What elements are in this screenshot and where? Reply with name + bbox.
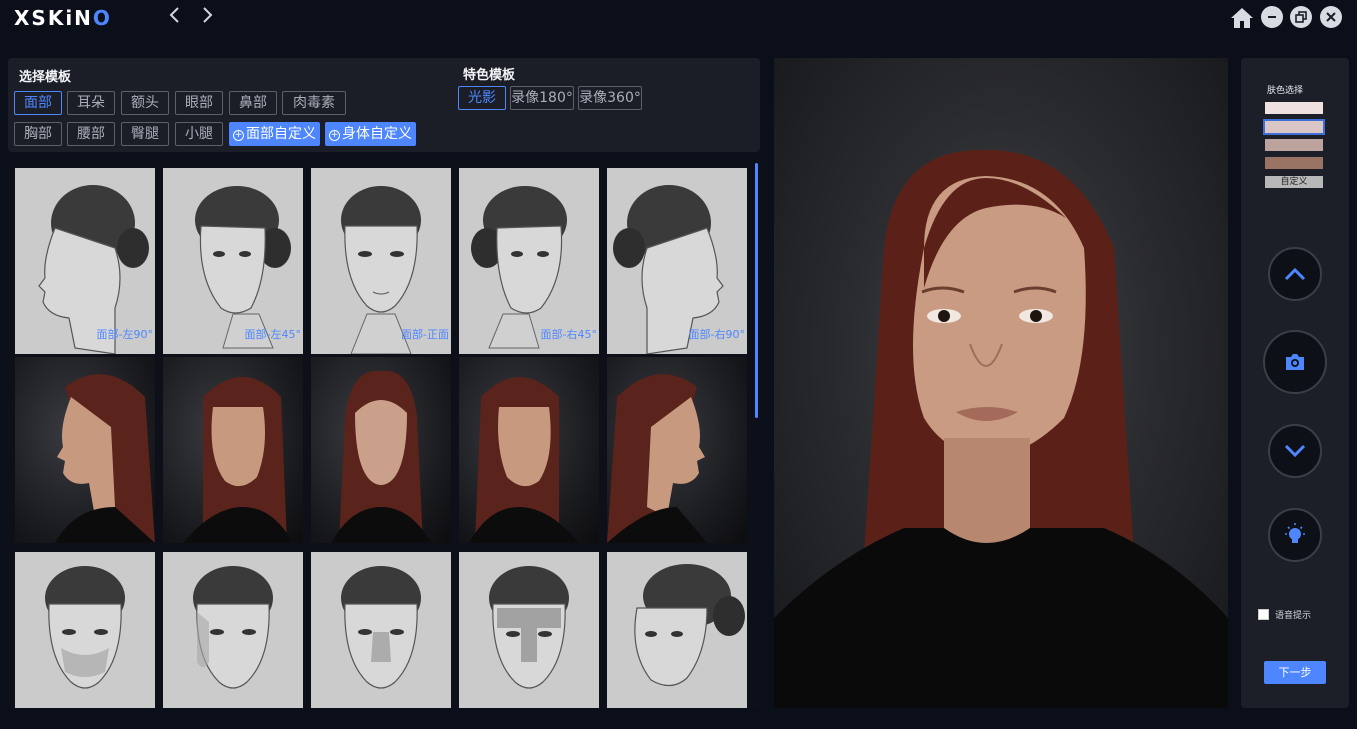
close-button[interactable] [1320,6,1342,28]
skin-tone-title: 肤色选择 [1267,86,1304,96]
thumb-caption: 面部-左45° [244,328,301,341]
home-icon [1231,8,1253,28]
chip-chest[interactable]: 胸部 [14,122,62,146]
skin-swatch-4[interactable] [1265,157,1323,169]
light-button[interactable] [1268,508,1322,562]
thumb-caption: 面部-正面 [401,328,449,341]
template-thumb[interactable] [163,357,303,543]
photo-profile-left-image [55,374,155,543]
template-grid: 面部-左90° 面部-左45° 面部-正面 面部-右45° 面部-右90° [8,160,760,708]
template-thumb[interactable]: 面部-左90° [15,168,155,354]
grid-scrollbar[interactable] [755,163,758,418]
template-thumb[interactable] [311,357,451,543]
up-button[interactable] [1268,247,1322,301]
sketch-face-front-image [489,566,569,689]
camera-icon [1286,354,1304,370]
special-video-180[interactable]: 录像180° [510,86,574,110]
template-thumb[interactable]: 面部-左45° [163,168,303,354]
forward-button[interactable] [196,6,218,30]
custom-body-button[interactable]: + 身体自定义 [325,122,416,146]
restore-icon [1295,11,1307,23]
home-button[interactable] [1229,6,1255,30]
chip-calf[interactable]: 小腿 [175,122,223,146]
sketch-face-front-image [45,566,125,689]
skin-swatch-1[interactable] [1265,102,1323,114]
plus-circle-icon: + [329,130,340,141]
chip-waist[interactable]: 腰部 [67,122,115,146]
photo-face-left45-image [183,377,293,543]
chip-hip-leg[interactable]: 臀腿 [121,122,169,146]
template-thumb[interactable] [607,552,747,708]
minimize-icon [1268,16,1276,18]
chevron-left-icon [169,7,179,23]
main-preview [774,58,1228,708]
chevron-down-icon [1284,444,1306,458]
template-thumb[interactable]: 面部-正面 [311,168,451,354]
chip-nose[interactable]: 鼻部 [229,91,277,115]
voice-prompt-checkbox[interactable] [1258,609,1269,620]
template-title: 选择模板 [19,70,72,85]
template-thumb[interactable]: 面部-右90° [607,168,747,354]
minimize-button[interactable] [1261,6,1283,28]
photo-face-front-image [331,370,431,543]
capture-button[interactable] [1263,330,1327,394]
light-bulb-icon [1285,523,1305,543]
template-thumb[interactable] [607,357,747,543]
next-step-button[interactable]: 下一步 [1264,661,1326,684]
photo-profile-right-image [607,374,707,543]
template-thumb[interactable] [15,357,155,543]
template-thumb[interactable] [459,357,599,543]
custom-face-button[interactable]: + 面部自定义 [229,122,320,146]
skin-swatch-3[interactable] [1265,139,1323,151]
chip-face[interactable]: 面部 [14,91,62,115]
preview-face-photo [774,149,1228,708]
template-thumb[interactable]: 面部-右45° [459,168,599,354]
sketch-face-front-image [341,566,421,689]
restore-button[interactable] [1290,6,1312,28]
control-panel: 肤色选择 自定义 语音提示 下一步 [1241,58,1349,708]
app-window: XSKiNO 选择模板 特色模板 面部 耳朵 额头 眼部 鼻部 肉毒素 胸部 腰… [0,0,1357,729]
sketch-face-front-image [193,566,273,689]
chevron-up-icon [1284,267,1306,281]
template-thumb[interactable] [163,552,303,708]
special-template-title: 特色模板 [463,68,516,83]
down-button[interactable] [1268,424,1322,478]
thumb-caption: 面部-左90° [96,328,153,341]
back-button[interactable] [164,6,186,30]
voice-prompt-label: 语音提示 [1275,611,1312,621]
template-thumb[interactable] [459,552,599,708]
skin-custom-button[interactable]: 自定义 [1265,176,1323,188]
template-thumb[interactable] [311,552,451,708]
template-thumb[interactable] [15,552,155,708]
sketch-face-right45-image [634,564,745,687]
chip-eye[interactable]: 眼部 [175,91,223,115]
app-logo: XSKiNO [14,6,112,30]
chevron-right-icon [203,7,213,23]
title-bar: XSKiNO [0,0,1357,40]
thumb-caption: 面部-右90° [688,328,745,341]
thumb-caption: 面部-右45° [540,328,597,341]
chip-botox[interactable]: 肉毒素 [282,91,346,115]
chip-forehead[interactable]: 额头 [121,91,169,115]
chip-ear[interactable]: 耳朵 [67,91,115,115]
close-icon [1326,12,1336,22]
special-light-shadow[interactable]: 光影 [458,86,506,110]
template-panel: 选择模板 特色模板 面部 耳朵 额头 眼部 鼻部 肉毒素 胸部 腰部 臀腿 小腿… [8,58,760,152]
plus-circle-icon: + [233,130,244,141]
voice-prompt: 语音提示 [1258,608,1311,621]
special-video-360[interactable]: 录像360° [578,86,642,110]
photo-face-right45-image [469,377,579,543]
skin-swatch-2[interactable] [1263,119,1325,135]
